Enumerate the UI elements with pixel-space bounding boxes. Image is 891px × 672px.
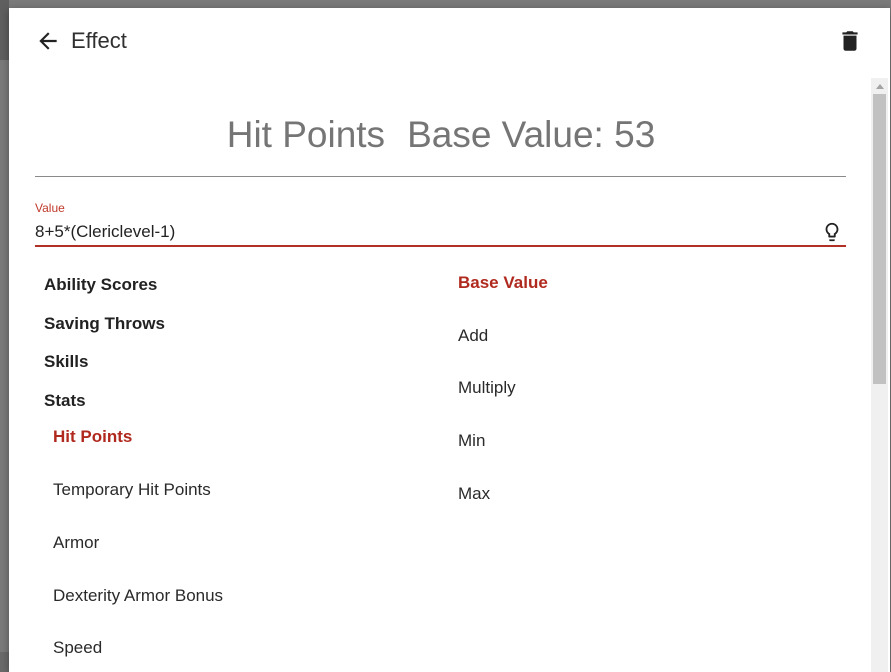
- dialog-header: Effect: [9, 8, 890, 76]
- stat-item-temporary-hit-points[interactable]: Temporary Hit Points: [53, 479, 211, 501]
- hint-button[interactable]: [821, 220, 843, 244]
- operation-max[interactable]: Max: [458, 483, 490, 505]
- heading-divider: [35, 176, 846, 177]
- lightbulb-icon: [825, 222, 839, 242]
- category-ability-scores[interactable]: Ability Scores: [44, 274, 157, 296]
- stat-item-dexterity-armor-bonus[interactable]: Dexterity Armor Bonus: [53, 585, 223, 607]
- arrow-left-icon: [39, 32, 57, 50]
- scroll-thumb[interactable]: [873, 94, 886, 384]
- stat-item-armor[interactable]: Armor: [53, 532, 99, 554]
- value-field[interactable]: [35, 220, 815, 244]
- delete-button[interactable]: [837, 28, 863, 54]
- category-skills[interactable]: Skills: [44, 351, 88, 373]
- vertical-scrollbar[interactable]: [871, 78, 888, 672]
- category-saving-throws[interactable]: Saving Throws: [44, 313, 165, 335]
- value-field-label: Value: [35, 201, 65, 215]
- back-button[interactable]: [35, 28, 61, 54]
- heading-stat-name: Hit Points: [226, 114, 386, 155]
- stat-item-speed[interactable]: Speed: [53, 637, 102, 659]
- page-heading: Hit Points Base Value: 53: [35, 112, 847, 158]
- dialog-title: Effect: [71, 28, 127, 53]
- scroll-up-arrow[interactable]: [871, 78, 888, 94]
- backdrop: [0, 0, 9, 60]
- value-field-underline: [35, 245, 846, 247]
- trash-icon: [842, 31, 858, 51]
- stat-item-hit-points[interactable]: Hit Points: [53, 426, 132, 448]
- operation-multiply[interactable]: Multiply: [458, 377, 516, 399]
- heading-base-value: Base Value: 53: [407, 114, 656, 155]
- effect-dialog: Effect Hit Points Base Value: 53 Value Ab…: [9, 8, 890, 672]
- backdrop-bottom: [0, 652, 9, 672]
- category-stats[interactable]: Stats: [44, 390, 86, 412]
- operation-base-value[interactable]: Base Value: [458, 272, 548, 294]
- operation-min[interactable]: Min: [458, 430, 485, 452]
- operation-add[interactable]: Add: [458, 325, 488, 347]
